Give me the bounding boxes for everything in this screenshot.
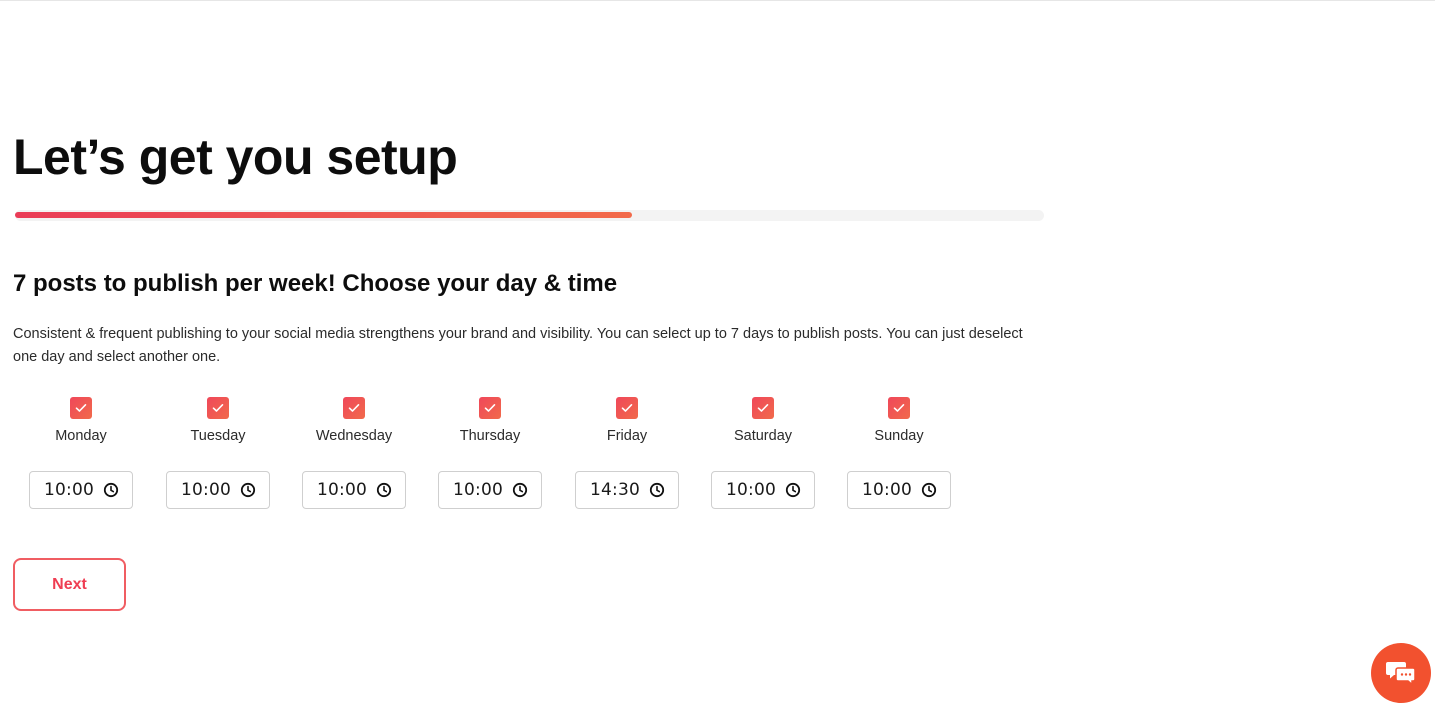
day-friday: Friday bbox=[572, 397, 682, 445]
time-value: 14:30 bbox=[590, 480, 640, 500]
day-label: Sunday bbox=[874, 428, 924, 444]
time-input-sunday[interactable]: 10:00 bbox=[847, 471, 951, 509]
day-thursday: Thursday bbox=[435, 397, 545, 445]
clock-icon[interactable] bbox=[649, 482, 665, 498]
clock-icon[interactable] bbox=[785, 482, 801, 498]
time-value: 10:00 bbox=[862, 480, 912, 500]
next-button[interactable]: Next bbox=[13, 558, 126, 611]
day-checkbox-wednesday[interactable] bbox=[343, 397, 365, 419]
time-input-monday[interactable]: 10:00 bbox=[29, 471, 133, 509]
time-input-thursday[interactable]: 10:00 bbox=[438, 471, 542, 509]
time-input-friday[interactable]: 14:30 bbox=[575, 471, 679, 509]
time-input-tuesday[interactable]: 10:00 bbox=[166, 471, 270, 509]
check-icon bbox=[75, 404, 87, 412]
schedule-description: Consistent & frequent publishing to your… bbox=[13, 326, 1023, 365]
day-checkbox-thursday[interactable] bbox=[479, 397, 501, 419]
day-checkbox-friday[interactable] bbox=[616, 397, 638, 419]
day-label: Monday bbox=[55, 428, 107, 444]
chat-icon bbox=[1386, 662, 1416, 687]
time-value: 10:00 bbox=[317, 480, 367, 500]
day-checkbox-monday[interactable] bbox=[70, 397, 92, 419]
day-label: Friday bbox=[606, 428, 648, 444]
day-monday: Monday bbox=[26, 397, 136, 445]
time-value: 10:00 bbox=[181, 480, 231, 500]
clock-icon[interactable] bbox=[921, 482, 937, 498]
day-label: Saturday bbox=[733, 428, 793, 444]
time-input-saturday[interactable]: 10:00 bbox=[711, 471, 815, 509]
day-label: Tuesday bbox=[190, 428, 246, 444]
clock-icon[interactable] bbox=[376, 482, 392, 498]
check-icon bbox=[621, 404, 633, 412]
time-value: 10:00 bbox=[44, 480, 94, 500]
day-checkbox-saturday[interactable] bbox=[752, 397, 774, 419]
time-value: 10:00 bbox=[726, 480, 776, 500]
setup-page: Let’s get you setup 7 posts to publish p… bbox=[0, 0, 1435, 706]
day-checkbox-sunday[interactable] bbox=[888, 397, 910, 419]
time-input-wednesday[interactable]: 10:00 bbox=[302, 471, 406, 509]
day-sunday: Sunday bbox=[844, 397, 954, 445]
clock-icon[interactable] bbox=[240, 482, 256, 498]
day-checkbox-tuesday[interactable] bbox=[207, 397, 229, 419]
day-tuesday: Tuesday bbox=[163, 397, 273, 445]
setup-progress-bar bbox=[15, 210, 1044, 221]
clock-icon[interactable] bbox=[512, 482, 528, 498]
chat-launcher-button[interactable] bbox=[1371, 643, 1431, 703]
check-icon bbox=[893, 404, 905, 412]
clock-icon[interactable] bbox=[103, 482, 119, 498]
check-icon bbox=[484, 404, 496, 412]
page-title: Let’s get you setup bbox=[13, 129, 458, 185]
schedule-heading: 7 posts to publish per week! Choose your… bbox=[13, 270, 618, 297]
check-icon bbox=[757, 404, 769, 412]
time-value: 10:00 bbox=[453, 480, 503, 500]
day-label: Thursday bbox=[459, 428, 521, 444]
day-wednesday: Wednesday bbox=[299, 397, 409, 445]
check-icon bbox=[348, 404, 360, 412]
day-label: Wednesday bbox=[315, 428, 393, 444]
check-icon bbox=[212, 404, 224, 412]
progress-fill bbox=[15, 212, 633, 218]
day-saturday: Saturday bbox=[708, 397, 818, 445]
